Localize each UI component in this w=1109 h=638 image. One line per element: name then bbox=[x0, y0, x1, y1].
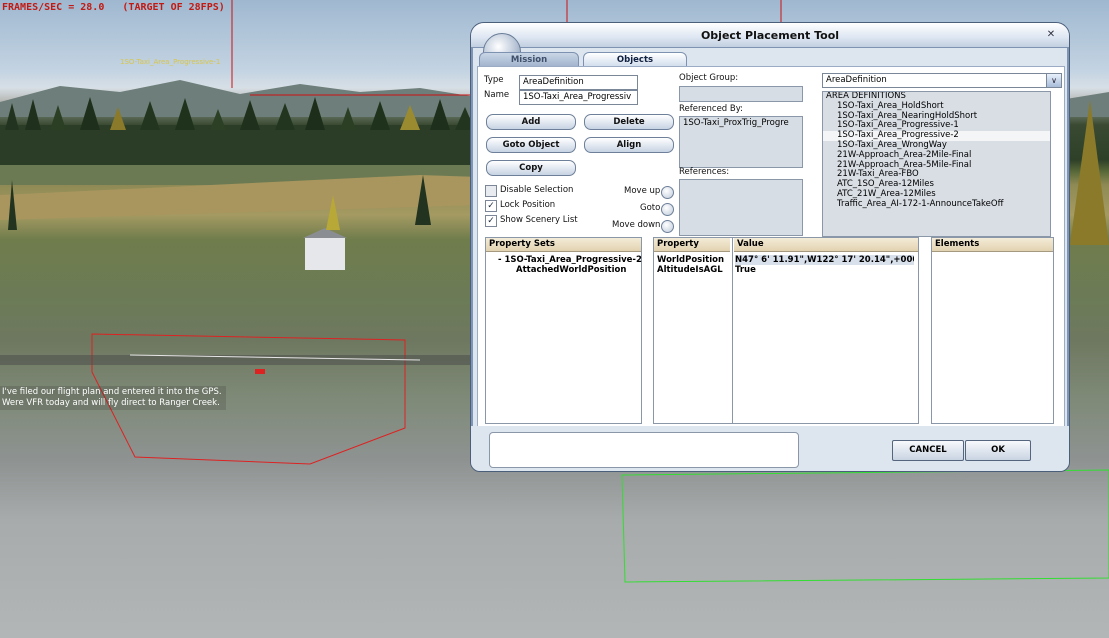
ok-button[interactable]: OK bbox=[965, 440, 1031, 461]
add-button[interactable]: Add bbox=[486, 114, 576, 130]
property-value-cell[interactable]: True bbox=[735, 265, 756, 275]
lock-position-checkbox[interactable]: ✓ bbox=[485, 200, 497, 212]
show-scenery-list-checkbox[interactable]: ✓ bbox=[485, 215, 497, 227]
show-scenery-list-label: Show Scenery List bbox=[500, 215, 578, 225]
referenced-by-list[interactable]: 1SO-Taxi_ProxTrig_Progre bbox=[679, 116, 803, 168]
property-column-header: Property bbox=[654, 238, 730, 252]
align-button[interactable]: Align bbox=[584, 137, 674, 153]
move-down-label: Move down bbox=[612, 220, 661, 230]
name-field[interactable]: 1SO-Taxi_Area_Progressiv bbox=[519, 90, 638, 105]
type-field[interactable]: AreaDefinition bbox=[519, 75, 638, 90]
goto-object-button[interactable]: Goto Object bbox=[486, 137, 576, 153]
property-value-cell[interactable]: N47° 6' 11.91",W122° 17' 20.14",+000000. bbox=[735, 255, 914, 265]
property-grid[interactable]: Property Value WorldPosition N47° 6' 11.… bbox=[653, 237, 919, 424]
close-icon[interactable]: ✕ bbox=[1045, 29, 1057, 41]
object-group-label: Object Group: bbox=[679, 73, 739, 83]
disable-selection-checkbox[interactable] bbox=[485, 185, 497, 197]
status-box bbox=[489, 432, 799, 468]
disable-selection-label: Disable Selection bbox=[500, 185, 574, 195]
move-down-button[interactable] bbox=[661, 220, 674, 233]
category-select[interactable]: AreaDefinition ∨ bbox=[822, 73, 1062, 88]
property-name-cell[interactable]: WorldPosition bbox=[657, 255, 724, 265]
elements-list[interactable]: Elements bbox=[931, 237, 1054, 424]
goto-button[interactable] bbox=[661, 203, 674, 216]
category-select-value: AreaDefinition bbox=[826, 75, 887, 85]
name-label: Name bbox=[484, 90, 510, 100]
object-placement-dialog: Object Placement Tool ✕ Mission Objects … bbox=[470, 22, 1070, 472]
references-label: References: bbox=[679, 167, 730, 177]
chevron-down-icon[interactable]: ∨ bbox=[1046, 74, 1061, 87]
dialog-footer: CANCEL OK bbox=[471, 426, 1069, 471]
elements-header: Elements bbox=[932, 238, 1053, 252]
object-group-field[interactable] bbox=[679, 86, 803, 102]
area-name-label: 1SO-Taxi_Area_Progressive-1 bbox=[120, 58, 221, 66]
referenced-by-label: Referenced By: bbox=[679, 104, 744, 114]
references-list[interactable] bbox=[679, 179, 803, 236]
atc-message-text: I've filed our flight plan and entered i… bbox=[0, 386, 226, 410]
property-sets-tree[interactable]: Property Sets - 1SO-Taxi_Area_Progressiv… bbox=[485, 237, 642, 424]
property-name-cell[interactable]: AltitudeIsAGL bbox=[657, 265, 723, 275]
move-up-button[interactable] bbox=[661, 186, 674, 199]
dialog-title: Object Placement Tool bbox=[700, 29, 840, 42]
property-sets-header: Property Sets bbox=[486, 238, 641, 252]
tree-node-child[interactable]: AttachedWorldPosition bbox=[516, 265, 626, 275]
fps-counter: FRAMES/SEC = 28.0 (TARGET OF 28FPS) bbox=[2, 2, 225, 13]
list-item[interactable]: Traffic_Area_AI-172-1-AnnounceTakeOff bbox=[823, 199, 1050, 210]
title-bar[interactable]: Object Placement Tool ✕ bbox=[471, 23, 1069, 48]
type-label: Type bbox=[484, 75, 504, 85]
column-divider bbox=[732, 238, 733, 423]
move-up-label: Move up bbox=[624, 186, 661, 196]
cancel-button[interactable]: CANCEL bbox=[892, 440, 964, 461]
objects-panel: Type AreaDefinition Name 1SO-Taxi_Area_P… bbox=[477, 66, 1065, 428]
value-column-header: Value bbox=[734, 238, 918, 252]
tree-node-root[interactable]: - 1SO-Taxi_Area_Progressive-2 bbox=[498, 255, 642, 265]
goto-label: Goto bbox=[640, 203, 661, 213]
delete-button[interactable]: Delete bbox=[584, 114, 674, 130]
lock-position-label: Lock Position bbox=[500, 200, 556, 210]
area-definitions-list[interactable]: AREA DEFINITIONS 1SO-Taxi_Area_HoldShort… bbox=[822, 91, 1051, 237]
copy-button[interactable]: Copy bbox=[486, 160, 576, 176]
